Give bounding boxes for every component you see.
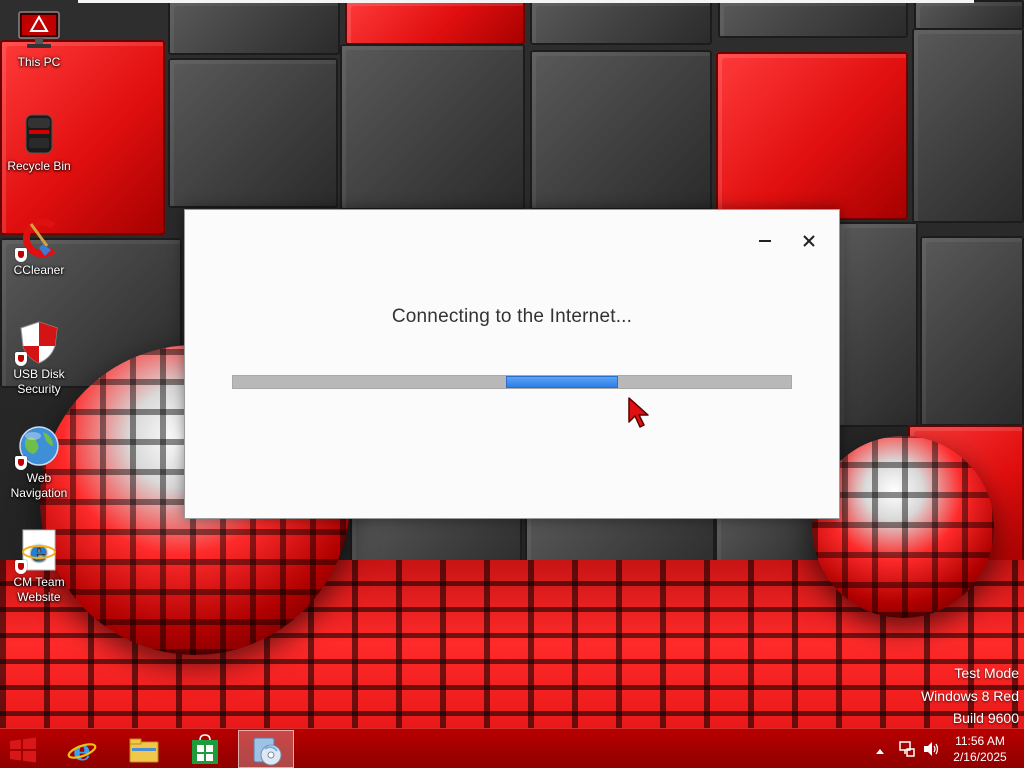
wallpaper-cube (716, 52, 908, 220)
setup-disc-icon (253, 737, 282, 766)
svg-text:e: e (31, 537, 48, 567)
desktop-icon-label: CM Team Website (13, 575, 65, 604)
window-edge (78, 0, 974, 3)
taskbar-internet-explorer[interactable]: e (54, 730, 110, 768)
wallpaper-cube (920, 236, 1024, 426)
desktop-icon-web-navigation[interactable]: Web Navigation (4, 424, 74, 501)
volume-tray-button[interactable] (922, 740, 940, 762)
wallpaper-cube (340, 44, 525, 210)
desktop-icon-label: Recycle Bin (7, 159, 71, 173)
close-icon (803, 235, 815, 247)
desktop-icon-label: This PC (17, 55, 61, 69)
clock-time: 11:56 AM (955, 734, 1005, 748)
svg-text:e: e (73, 734, 91, 766)
wallpaper-cube (168, 58, 338, 208)
chevron-up-icon (876, 749, 884, 754)
speaker-icon (924, 742, 939, 756)
taskbar-setup-app[interactable] (238, 730, 294, 768)
wallpaper-cube (718, 0, 908, 38)
usb-shield-icon (15, 320, 61, 366)
shield-icon (15, 248, 27, 262)
show-hidden-icons-button[interactable] (875, 742, 885, 761)
recycle-bin-icon (17, 112, 61, 156)
watermark-line: Windows 8 Red (920, 687, 1019, 704)
start-button[interactable] (8, 737, 38, 763)
wallpaper-cube (530, 0, 712, 45)
wallpaper-cube (530, 50, 712, 210)
taskbar-file-explorer[interactable] (116, 730, 172, 768)
minimize-button[interactable] (752, 228, 778, 254)
desktop-icon-this-pc[interactable]: This PC (4, 8, 74, 70)
desktop-icon-recycle-bin[interactable]: Recycle Bin (4, 112, 74, 174)
wallpaper-cube (912, 28, 1024, 223)
minimize-icon (759, 240, 771, 242)
taskbar: e 11:56 AM 2/16/2025 (0, 728, 1024, 768)
network-icon (899, 741, 915, 757)
wallpaper-cube (838, 222, 918, 427)
shield-icon (15, 560, 27, 574)
ccleaner-icon (15, 216, 61, 262)
clock-date: 2/16/2025 (953, 750, 1007, 764)
desktop-icon-label: CCleaner (13, 263, 65, 277)
folder-icon (129, 738, 159, 763)
mouse-cursor-icon (626, 396, 654, 430)
wallpaper-cube (345, 0, 525, 45)
taskbar-store[interactable] (177, 730, 233, 768)
wallpaper-cube (914, 0, 1024, 30)
watermark-line: Build 9600 (952, 710, 1019, 726)
close-button[interactable] (796, 228, 822, 254)
connecting-dialog: Connecting to the Internet... (184, 209, 840, 519)
windows-logo-icon (10, 737, 36, 763)
globe-icon (15, 424, 61, 470)
desktop-icon-usb-disk-security[interactable]: USB Disk Security (4, 320, 74, 397)
wallpaper-cube (168, 0, 340, 55)
ie-icon: e (67, 734, 97, 766)
network-tray-button[interactable] (898, 740, 916, 762)
desktop-icon-label: USB Disk Security (13, 367, 65, 396)
progress-indicator (506, 376, 618, 388)
shield-icon (15, 352, 27, 366)
shield-icon (15, 456, 27, 470)
store-icon (192, 734, 218, 764)
test-mode-watermark: Test Mode Windows 8 Red Build 9600 (921, 662, 1019, 730)
internet-shortcut-icon: e (15, 528, 61, 574)
desktop-icon-ccleaner[interactable]: CCleaner (4, 216, 74, 278)
computer-icon (17, 8, 61, 52)
desktop-icon-label: Web Navigation (10, 471, 68, 500)
taskbar-clock[interactable]: 11:56 AM 2/16/2025 (940, 733, 1020, 765)
desktop-icon-cm-team-website[interactable]: e CM Team Website (4, 528, 74, 605)
watermark-line: Test Mode (954, 665, 1019, 681)
progress-bar (232, 375, 792, 389)
status-message: Connecting to the Internet... (391, 306, 633, 327)
